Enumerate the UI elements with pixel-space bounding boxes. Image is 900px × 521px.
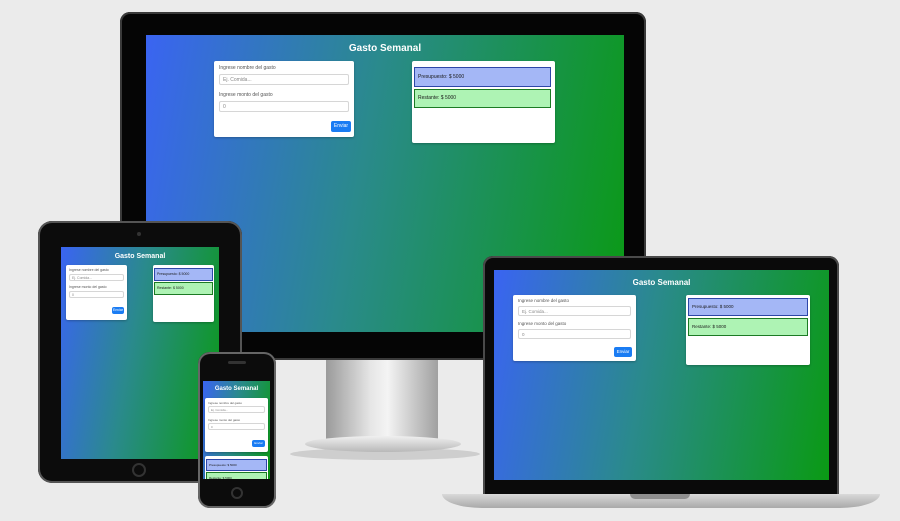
submit-button[interactable]: Enviar [252, 440, 265, 447]
remaining-alert: Restante: $ 5000 [154, 282, 213, 295]
expense-form: Ingrese nombre del gasto Ej. Comida... I… [513, 295, 636, 361]
page-title: Gasto Semanal [114, 253, 166, 260]
expense-name-input[interactable]: Ej. Comida... [518, 306, 631, 316]
expense-amount-label: Ingrese monto del gasto [518, 321, 567, 326]
expense-amount-label: Ingrese monto del gasto [208, 418, 241, 422]
phone-screen: Gasto Semanal Ingrese nombre del gasto E… [203, 381, 270, 479]
monitor-stand-neck [326, 360, 438, 440]
tablet-home-button [132, 463, 146, 477]
expense-amount-input[interactable]: 0 [518, 329, 631, 339]
budget-alert: Presupuesto: $ 5000 [154, 268, 213, 281]
page-title: Gasto Semanal [632, 278, 691, 287]
budget-alert: Presupuesto: $ 5000 [414, 67, 551, 87]
laptop-notch [630, 494, 690, 499]
expense-form: Ingrese nombre del gasto Ej. Comida... I… [66, 265, 127, 320]
budget-panel: Presupuesto: $ 5000 Restante: $ 5000 [205, 456, 268, 479]
expense-name-input[interactable]: Ej. Comida... [219, 74, 349, 85]
submit-button[interactable]: Enviar [112, 307, 124, 314]
phone-home-button [231, 487, 243, 499]
remaining-alert: Restante: $ 5000 [688, 318, 808, 336]
phone-speaker [228, 361, 246, 364]
expense-amount-input[interactable]: 0 [219, 101, 349, 112]
expense-form: Ingrese nombre del gasto Ej. Comida... I… [214, 61, 354, 137]
expense-name-label: Ingrese nombre del gasto [219, 65, 276, 71]
budget-panel: Presupuesto: $ 5000 Restante: $ 5000 [153, 265, 214, 322]
expense-name-label: Ingrese nombre del gasto [518, 298, 570, 303]
expense-amount-label: Ingrese monto del gasto [219, 92, 273, 98]
page-title: Gasto Semanal [214, 386, 259, 392]
monitor-stand-base [305, 436, 461, 452]
expense-name-label: Ingrese nombre del gasto [208, 401, 243, 405]
expense-name-label: Ingrese nombre del gasto [69, 268, 109, 272]
expense-form: Ingrese nombre del gasto Ej. Comida... I… [205, 398, 268, 452]
tablet-screen: Gasto Semanal Ingrese nombre del gasto E… [61, 247, 219, 459]
remaining-alert: Restante: $ 5000 [206, 472, 267, 479]
budget-alert: Presupuesto: $ 5000 [688, 298, 808, 316]
laptop-screen: Gasto Semanal Ingrese nombre del gasto E… [494, 270, 829, 480]
submit-button[interactable]: Enviar [331, 121, 351, 132]
expense-amount-input[interactable]: 0 [69, 291, 124, 298]
budget-alert: Presupuesto: $ 5000 [206, 459, 267, 471]
expense-name-input[interactable]: Ej. Comida... [208, 406, 265, 413]
budget-panel: Presupuesto: $ 5000 Restante: $ 5000 [412, 61, 555, 143]
expense-name-input[interactable]: Ej. Comida... [69, 274, 124, 281]
expense-amount-input[interactable]: 0 [208, 423, 265, 430]
tablet-camera [137, 232, 141, 236]
submit-button[interactable]: Enviar [614, 347, 632, 357]
budget-panel: Presupuesto: $ 5000 Restante: $ 5000 [686, 295, 810, 365]
remaining-alert: Restante: $ 5000 [414, 89, 551, 108]
page-title: Gasto Semanal [348, 43, 422, 54]
expense-amount-label: Ingrese monto del gasto [69, 285, 107, 289]
